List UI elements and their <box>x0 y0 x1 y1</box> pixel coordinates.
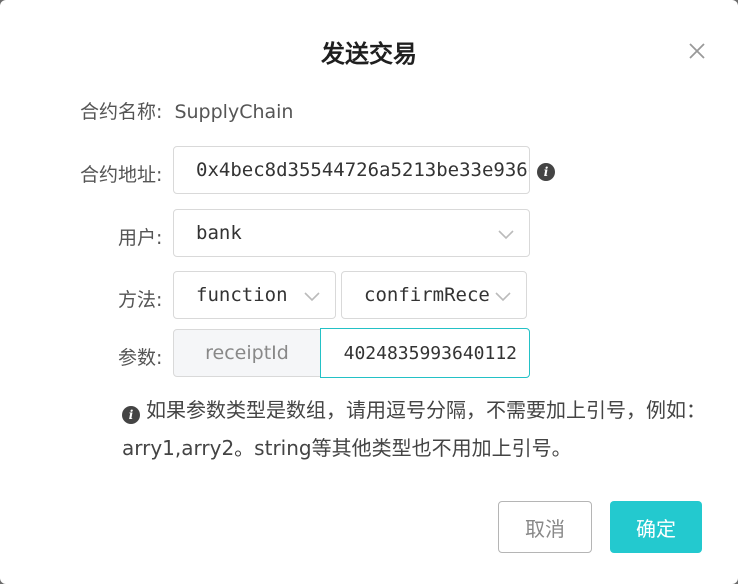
close-icon[interactable] <box>684 38 710 64</box>
param-hint-text: 如果参数类型是数组，请用逗号分隔，不需要加上引号，例如：arry1,arry2。… <box>122 398 706 460</box>
contract-name-label: 合约名称: <box>80 101 163 123</box>
dialog-title: 发送交易 <box>321 40 417 68</box>
method-type-select[interactable]: function <box>173 271 336 319</box>
contract-name-row: 合约名称: SupplyChain <box>80 97 293 124</box>
chevron-down-icon <box>498 230 514 240</box>
contract-address-field[interactable]: 0x4bec8d35544726a5213be33e936d <box>173 146 530 194</box>
contract-address-value: 0x4bec8d35544726a5213be33e936d <box>196 159 529 181</box>
method-name-select[interactable]: confirmRece <box>341 271 527 319</box>
param-value-input[interactable]: 4024835993640112 <box>320 328 530 378</box>
method-label: 方法: <box>118 289 163 311</box>
contract-address-label: 合约地址: <box>80 164 163 186</box>
user-select[interactable]: bank <box>173 209 530 257</box>
method-type-value: function <box>196 284 288 306</box>
user-select-value: bank <box>196 222 242 244</box>
contract-name-value: SupplyChain <box>174 101 294 123</box>
chevron-down-icon <box>495 292 511 302</box>
param-name-addon: receiptId <box>173 329 321 377</box>
cancel-button[interactable]: 取消 <box>498 501 592 553</box>
param-value-text: 4024835993640112 <box>343 342 517 364</box>
param-hint: i 如果参数类型是数组，请用逗号分隔，不需要加上引号，例如：arry1,arry2… <box>122 391 712 467</box>
info-icon: i <box>122 406 140 424</box>
chevron-down-icon <box>304 292 320 302</box>
send-transaction-dialog: 发送交易 合约名称: SupplyChain 合约地址: 0x4bec8d355… <box>0 0 738 584</box>
user-label: 用户: <box>118 227 163 249</box>
confirm-button[interactable]: 确定 <box>610 501 702 553</box>
info-icon[interactable]: i <box>537 163 555 181</box>
params-label: 参数: <box>118 347 163 369</box>
